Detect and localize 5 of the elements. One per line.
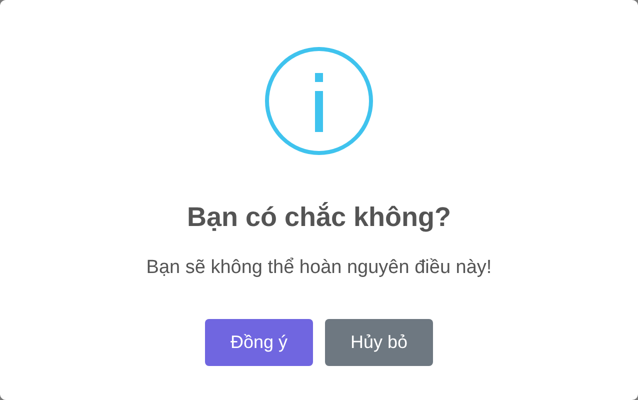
cancel-button[interactable]: Hủy bỏ (325, 319, 433, 366)
dialog-title: Bạn có chắc không? (186, 201, 452, 234)
info-icon (264, 46, 374, 156)
confirm-button[interactable]: Đồng ý (205, 319, 313, 366)
dialog-message: Bạn sẽ không thể hoàn nguyên điều này! (146, 256, 492, 280)
